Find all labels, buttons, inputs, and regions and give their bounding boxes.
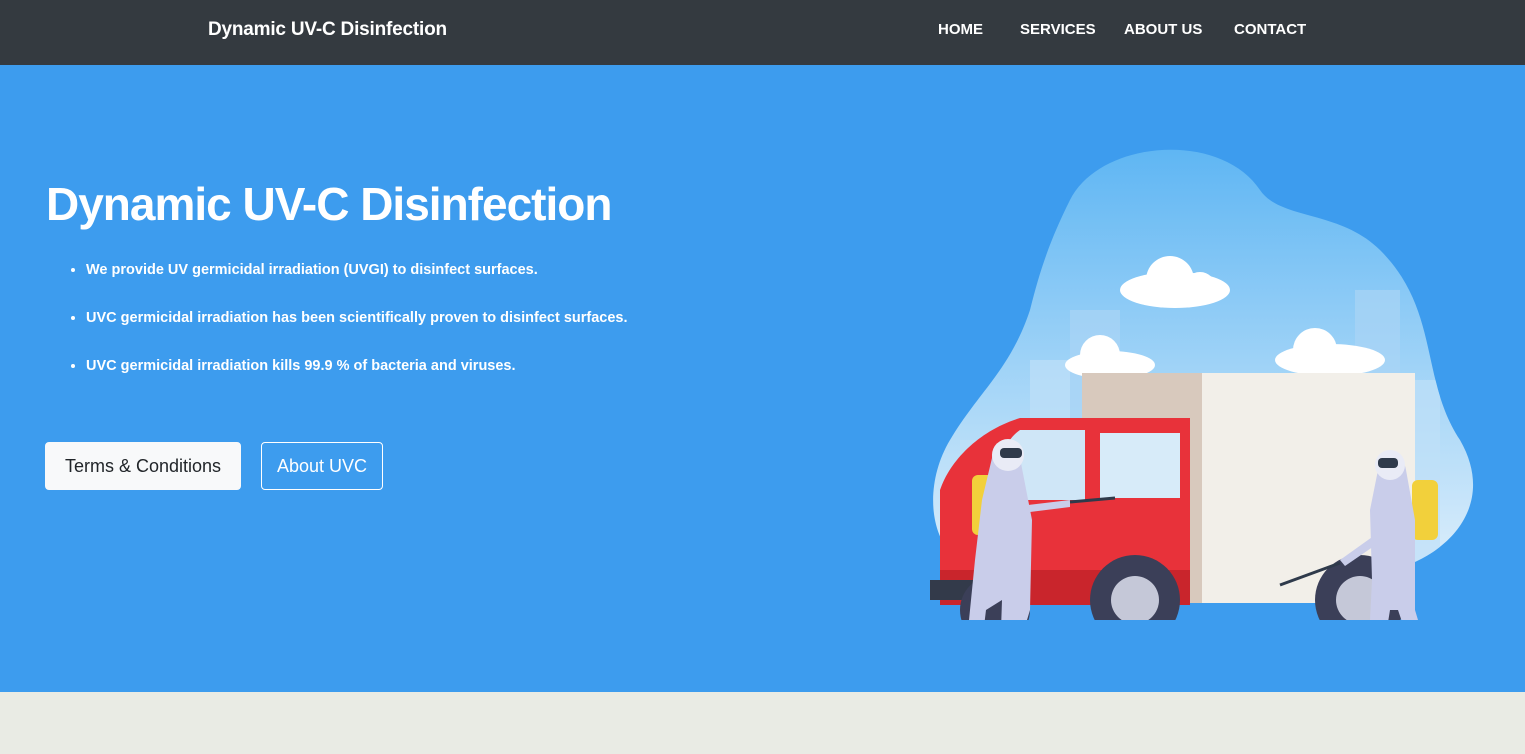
hero-bullet: We provide UV germicidal irradiation (UV… — [86, 261, 628, 309]
lower-section-background — [0, 692, 1525, 754]
disinfection-truck-illustration — [930, 149, 1474, 620]
hero-bullet: UVC germicidal irradiation kills 99.9 % … — [86, 357, 628, 405]
terms-conditions-button[interactable]: Terms & Conditions — [45, 442, 241, 490]
nav-services[interactable]: SERVICES — [1020, 21, 1124, 38]
nav-home[interactable]: HOME — [938, 21, 1020, 38]
top-navbar: Dynamic UV-C Disinfection HOME SERVICES … — [0, 0, 1525, 65]
nav-about-us[interactable]: ABOUT US — [1124, 21, 1234, 38]
nav-links: HOME SERVICES ABOUT US CONTACT — [938, 21, 1306, 38]
nav-contact[interactable]: CONTACT — [1234, 21, 1306, 38]
brand-link[interactable]: Dynamic UV-C Disinfection — [208, 19, 447, 41]
hero-section: Dynamic UV-C Disinfection We provide UV … — [0, 65, 1525, 692]
about-uvc-button[interactable]: About UVC — [261, 442, 383, 490]
hero-title: Dynamic UV-C Disinfection — [46, 178, 612, 230]
hero-bullet-list: We provide UV germicidal irradiation (UV… — [86, 261, 628, 405]
hero-bullet: UVC germicidal irradiation has been scie… — [86, 309, 628, 357]
